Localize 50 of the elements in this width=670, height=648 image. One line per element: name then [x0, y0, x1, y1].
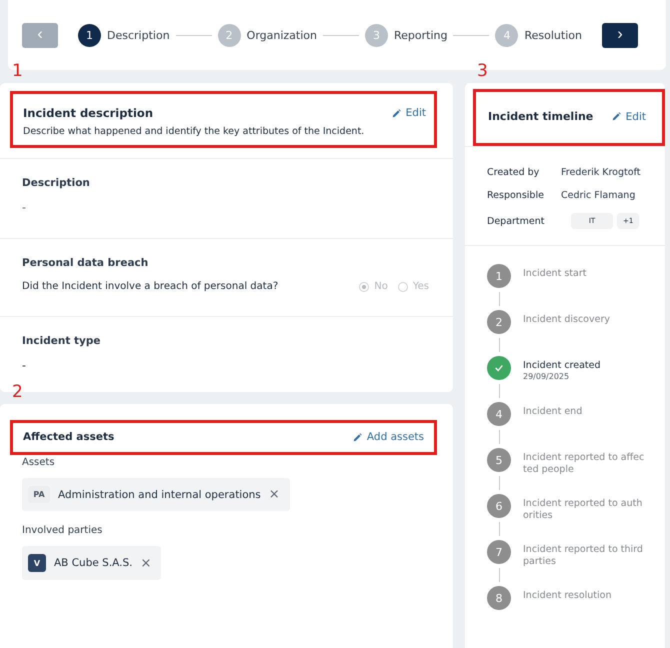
edit-link[interactable]: Edit [392, 107, 426, 119]
card-title: Incident description [23, 106, 154, 120]
event-date: 29/09/2025 [523, 372, 570, 382]
event-label: Incident reported to third parties [523, 544, 644, 569]
annotation-number: 1 [12, 63, 23, 80]
detail-label: Responsible [487, 190, 545, 201]
event-label: Incident resolution [523, 590, 612, 602]
event-label: Incident start [523, 268, 588, 280]
event-label: Incident created [523, 360, 602, 372]
event-number: 1 [487, 264, 511, 288]
event-number: 2 [487, 310, 511, 334]
detail-value: Cedric Flamang [561, 190, 636, 201]
event-number: 7 [487, 540, 511, 564]
annotation-number: 3 [477, 63, 488, 80]
event-label: Incident discovery [523, 314, 611, 326]
pencil-icon [612, 112, 621, 121]
field-value: - [22, 201, 27, 214]
event-label: Incident reported to affected people [523, 452, 646, 477]
annotation-number: 2 [12, 384, 23, 401]
asset-chip[interactable]: V AB Cube S.A.S. × [22, 546, 162, 580]
add-assets-link[interactable]: Add assets [352, 431, 424, 443]
detail-label: Department [487, 216, 546, 226]
edit-link[interactable]: Edit [612, 110, 646, 122]
step-label[interactable]: Resolution [524, 28, 582, 42]
field-label: Incident type [22, 335, 102, 347]
pencil-icon [392, 108, 401, 118]
step-label[interactable]: Description [107, 28, 170, 42]
event-number: 8 [487, 586, 511, 610]
detail-label: Created by [487, 167, 540, 178]
field-label: Involved parties [22, 525, 104, 536]
question-text: Did the Incident involve a breach of personal data? [22, 281, 278, 292]
event-number: 4 [487, 402, 511, 426]
event-number: 5 [487, 448, 511, 472]
detail-value: Frederik Krogtoft [561, 167, 640, 178]
pencil-icon [352, 432, 362, 442]
asset-chip[interactable]: PA Administration and internal operations × [22, 478, 290, 511]
field-label: Personal data breach [22, 257, 150, 269]
event-number: 6 [487, 494, 511, 518]
card-title: Affected assets [23, 431, 114, 443]
card-title: Incident timeline [488, 110, 594, 123]
field-value: - [22, 359, 27, 372]
event-label: Incident end [523, 406, 584, 418]
step-label[interactable]: Organization [246, 28, 317, 42]
field-label: Assets [22, 457, 56, 468]
next-button[interactable]: › [602, 22, 638, 48]
step-number[interactable]: 1 [78, 24, 102, 46]
card-subtitle: Describe what happened and identify the key attributes of the Incident. [23, 126, 366, 137]
step-label[interactable]: Reporting [394, 28, 448, 42]
event-label: Incident reported to authorities [523, 498, 644, 523]
field-label: Description [22, 177, 91, 189]
